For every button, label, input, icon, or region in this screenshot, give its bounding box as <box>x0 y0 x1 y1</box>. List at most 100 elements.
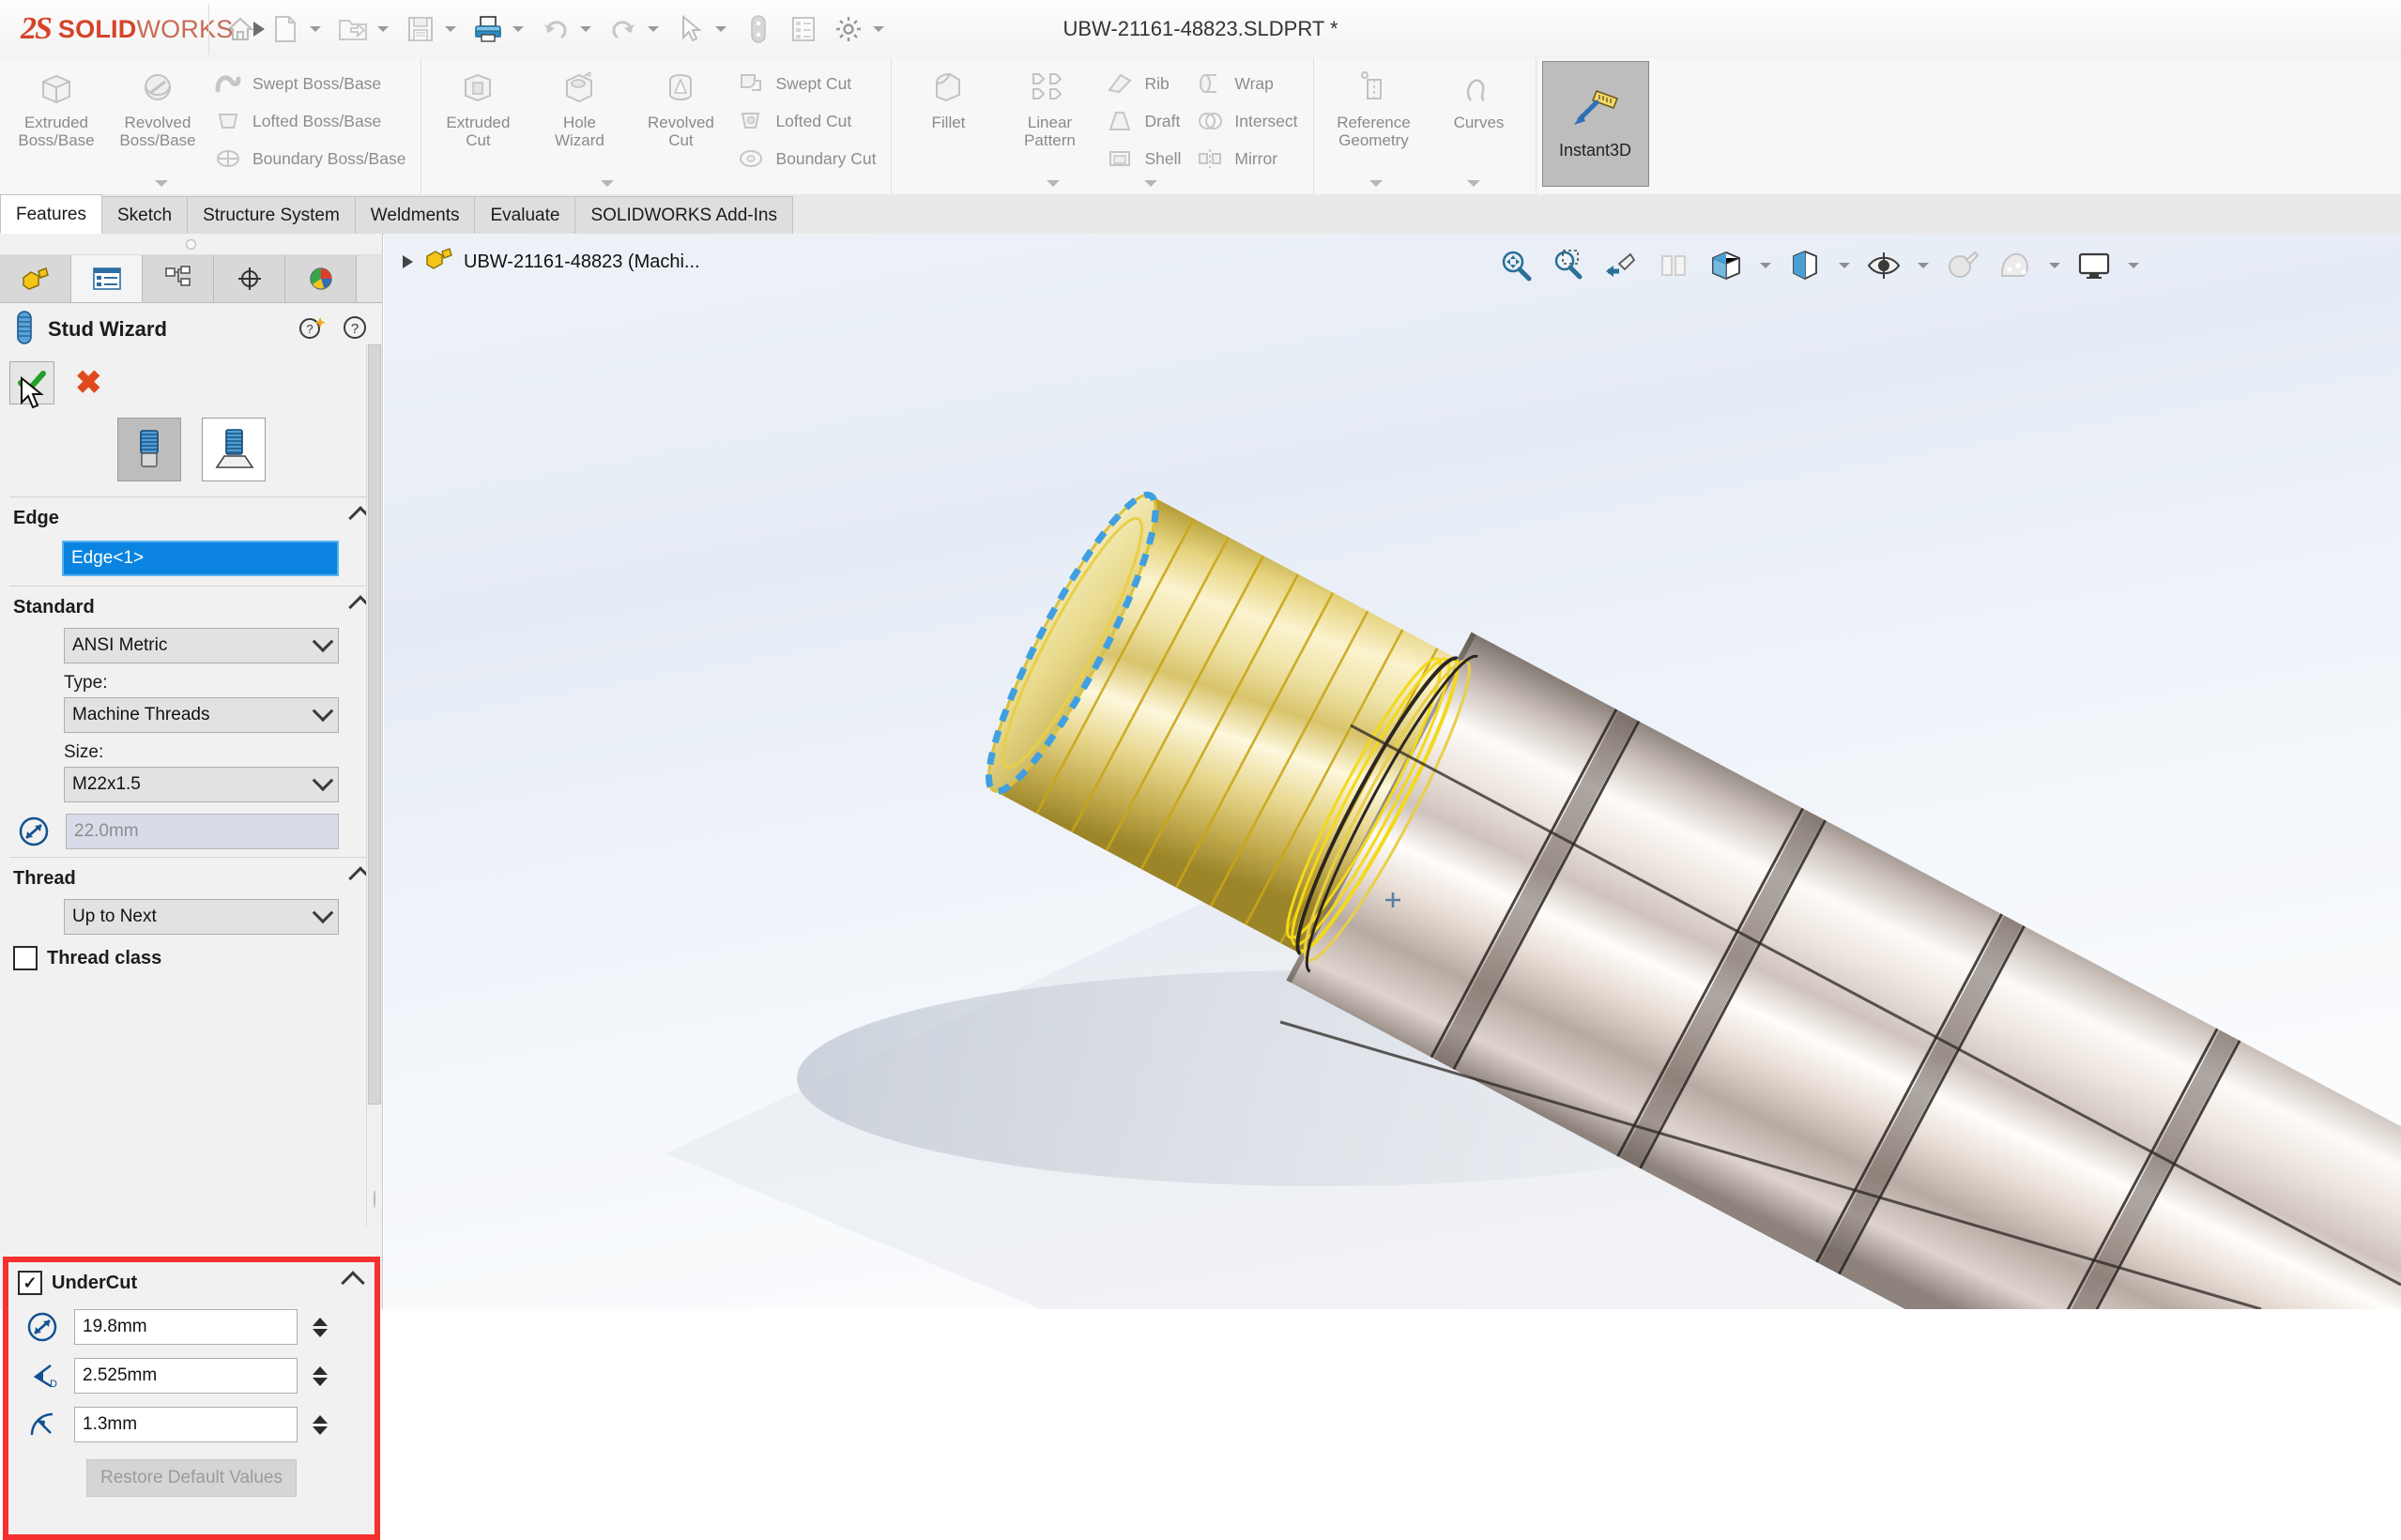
tab-sketch[interactable]: Sketch <box>100 196 189 234</box>
configuration-manager-tab[interactable] <box>143 255 214 302</box>
tab-features[interactable]: Features <box>0 194 102 234</box>
curves-button[interactable]: Curves <box>1429 58 1530 171</box>
display-list-icon[interactable] <box>782 8 825 51</box>
tab-evaluate[interactable]: Evaluate <box>474 196 576 234</box>
home-icon[interactable] <box>219 8 262 51</box>
linear-pattern-dropdown-caret-icon[interactable] <box>1144 180 1158 187</box>
new-document-icon[interactable] <box>264 8 307 51</box>
swept-cut-button[interactable]: Swept Cut <box>731 68 885 99</box>
select-dropdown-caret-icon[interactable] <box>715 26 726 32</box>
undercut-radius-icon <box>22 1409 63 1441</box>
measure-capsule-icon[interactable] <box>737 8 780 51</box>
undercut-radius-stepper[interactable] <box>309 1414 331 1435</box>
edge-section-header[interactable]: Edge <box>0 497 382 539</box>
feature-manager-tab[interactable] <box>0 255 71 302</box>
fillet-button[interactable]: Fillet <box>897 58 999 171</box>
solidworks-logo[interactable]: 2S SOLIDWORKS <box>0 13 266 45</box>
undercut-section-header[interactable]: ✓ UnderCut <box>8 1262 375 1304</box>
stepper-up-icon[interactable] <box>313 1414 328 1424</box>
extruded-boss-dropdown-caret-icon[interactable] <box>155 180 169 187</box>
thread-end-condition-select[interactable]: Up to Next <box>64 899 339 935</box>
options-gear-icon[interactable] <box>827 8 870 51</box>
shell-button[interactable]: Shell <box>1100 143 1190 175</box>
scrollbar-thumb[interactable] <box>368 344 381 1105</box>
draft-button[interactable]: Draft <box>1100 105 1190 137</box>
3d-model-viewport[interactable] <box>384 234 2401 1309</box>
options-dropdown-caret-icon[interactable] <box>873 26 884 32</box>
select-cursor-icon[interactable] <box>669 8 712 51</box>
undo-icon[interactable] <box>534 8 577 51</box>
stepper-up-icon[interactable] <box>313 1317 328 1326</box>
tab-weldments[interactable]: Weldments <box>354 196 476 234</box>
size-select[interactable]: M22x1.5 <box>64 767 339 802</box>
redo-dropdown-caret-icon[interactable] <box>648 26 659 32</box>
stud-plain-type-button[interactable] <box>116 418 181 481</box>
reference-geometry-dropdown-caret-icon[interactable] <box>1369 180 1383 187</box>
undo-dropdown-caret-icon[interactable] <box>580 26 591 32</box>
wrap-button[interactable]: Wrap <box>1190 68 1307 99</box>
thread-section-header[interactable]: Thread <box>0 858 382 899</box>
linear-pattern-button[interactable]: Linear Pattern <box>999 58 1100 171</box>
extruded-cut-button[interactable]: Extruded Cut <box>427 58 528 171</box>
fillet-dropdown-caret-icon[interactable] <box>1047 180 1061 187</box>
revolved-cut-button[interactable]: Revolved Cut <box>630 58 731 171</box>
undercut-depth-field[interactable]: 2.525mm <box>74 1358 298 1394</box>
thread-class-checkbox[interactable] <box>13 946 38 970</box>
tab-structure-system[interactable]: Structure System <box>187 196 356 234</box>
undercut-depth-stepper[interactable] <box>309 1365 331 1386</box>
undercut-collapse-chevron-icon[interactable] <box>341 1271 365 1295</box>
redo-icon[interactable] <box>602 8 645 51</box>
lofted-cut-button[interactable]: Lofted Cut <box>731 105 885 137</box>
save-dropdown-caret-icon[interactable] <box>445 26 456 32</box>
hole-wizard-button[interactable]: Hole Wizard <box>528 58 630 171</box>
draft-icon <box>1104 107 1136 135</box>
print-icon[interactable] <box>466 8 510 51</box>
undercut-diameter-stepper[interactable] <box>309 1317 331 1337</box>
swept-boss-icon <box>212 69 244 98</box>
open-folder-icon[interactable] <box>331 8 375 51</box>
rib-button[interactable]: Rib <box>1100 68 1190 99</box>
lofted-boss-icon <box>212 107 244 135</box>
print-dropdown-caret-icon[interactable] <box>512 26 524 32</box>
extruded-boss-base-button[interactable]: Extruded Boss/Base <box>6 58 107 171</box>
standard-section-header[interactable]: Standard <box>0 587 382 628</box>
property-manager-tab[interactable] <box>71 255 143 302</box>
swept-boss-base-button[interactable]: Swept Boss/Base <box>208 68 415 99</box>
stud-on-face-type-button[interactable] <box>201 418 266 481</box>
instant3d-toggle-button[interactable]: Instant3D <box>1541 61 1649 187</box>
extruded-cut-dropdown-caret-icon[interactable] <box>601 180 615 187</box>
help-sparkle-icon[interactable]: ? <box>298 313 326 346</box>
intersect-button[interactable]: Intersect <box>1190 105 1307 137</box>
standard-select[interactable]: ANSI Metric <box>64 628 339 663</box>
cancel-button[interactable]: ✖ <box>75 367 102 399</box>
undercut-radius-field[interactable]: 1.3mm <box>74 1407 298 1442</box>
stepper-down-icon[interactable] <box>313 1426 328 1435</box>
tab-solidworks-add-ins[interactable]: SOLIDWORKS Add-Ins <box>574 196 793 234</box>
stepper-down-icon[interactable] <box>313 1328 328 1337</box>
undercut-diameter-field[interactable]: 19.8mm <box>74 1309 298 1345</box>
panel-drag-handle[interactable] <box>0 234 382 255</box>
revolved-boss-base-button[interactable]: Revolved Boss/Base <box>107 58 208 171</box>
property-manager-scrollbar[interactable] <box>366 344 382 1227</box>
mirror-button[interactable]: Mirror <box>1190 143 1307 175</box>
restore-default-values-button[interactable]: Restore Default Values <box>86 1459 297 1497</box>
reference-geometry-button[interactable]: Reference Geometry <box>1320 58 1429 171</box>
open-dropdown-caret-icon[interactable] <box>377 26 389 32</box>
boundary-boss-base-button[interactable]: Boundary Boss/Base <box>208 143 415 175</box>
save-icon[interactable] <box>399 8 442 51</box>
ribbon-group-instant3d: Instant3D <box>1535 58 1655 194</box>
undercut-checkbox[interactable]: ✓ <box>18 1271 42 1295</box>
dimxpert-manager-tab[interactable] <box>214 255 285 302</box>
stepper-down-icon[interactable] <box>313 1377 328 1386</box>
help-question-icon[interactable]: ? <box>341 313 369 346</box>
stepper-up-icon[interactable] <box>313 1365 328 1375</box>
graphics-area[interactable]: UBW-21161-48823 (Machi... <box>384 234 2401 1309</box>
lofted-boss-base-button[interactable]: Lofted Boss/Base <box>208 105 415 137</box>
edge-selection-box[interactable]: Edge<1> <box>62 541 339 576</box>
new-document-dropdown-caret-icon[interactable] <box>310 26 321 32</box>
curves-dropdown-caret-icon[interactable] <box>1466 180 1480 187</box>
thread-class-row[interactable]: Thread class <box>0 940 382 976</box>
display-manager-tab[interactable] <box>285 255 357 302</box>
boundary-cut-button[interactable]: Boundary Cut <box>731 143 885 175</box>
type-select[interactable]: Machine Threads <box>64 697 339 733</box>
